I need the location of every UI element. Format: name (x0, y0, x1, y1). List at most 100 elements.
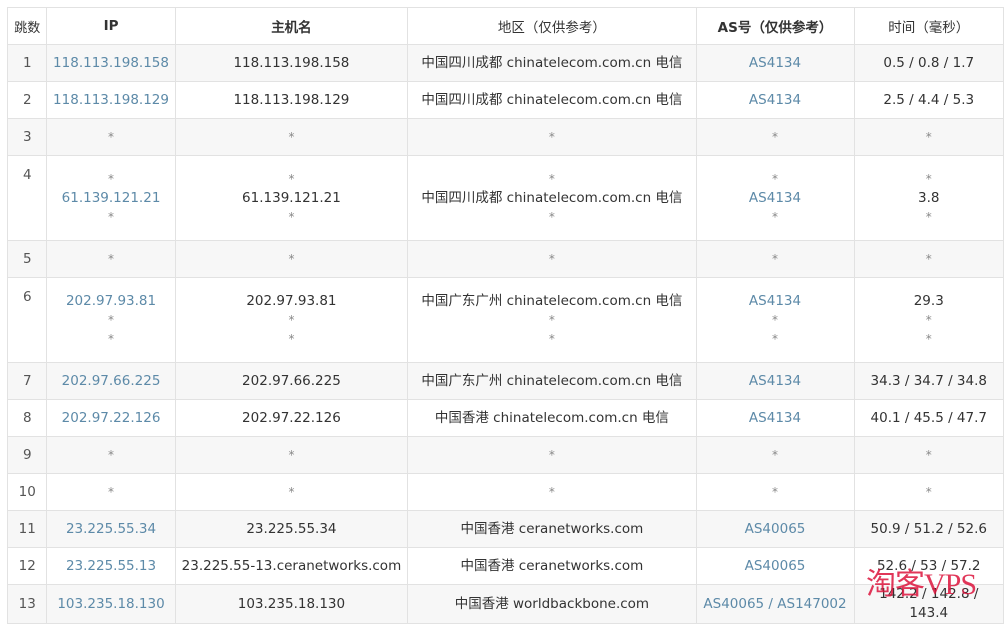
no-response-marker: * (925, 129, 932, 144)
no-response-marker: * (288, 484, 295, 499)
time-cell: 50.9 / 51.2 / 52.6 (853, 510, 1004, 548)
ip-cell: 202.97.66.225 (46, 362, 176, 400)
region-text: 中国香港 ceranetworks.com (460, 520, 644, 537)
ip-cell: 23.225.55.34 (46, 510, 176, 548)
no-response-marker: * (772, 129, 778, 144)
time-cell: 29.3 * * (853, 277, 1004, 363)
region-text: 中国香港 chinatelecom.com.cn 电信 (434, 409, 669, 426)
hop-number: 1 (6, 44, 48, 82)
hop-number: 8 (6, 399, 48, 437)
ip-cell: * (46, 240, 176, 278)
ip-link[interactable]: 202.97.66.225 (51, 372, 170, 391)
hostname-text: 23.225.55-13.ceranetworks.com (181, 557, 402, 574)
as-cell: * AS4134 * (695, 155, 855, 241)
no-response-marker: * (108, 171, 115, 186)
no-response-marker: * (548, 447, 555, 462)
as-link[interactable]: AS4134 (701, 292, 850, 311)
as-cell: AS4134 (695, 399, 855, 437)
hostname-cell: 202.97.66.225 (174, 362, 409, 400)
region-text: 中国四川成都 chinatelecom.com.cn 电信 (421, 91, 683, 108)
time-text: 29.3 (913, 292, 944, 309)
ip-link[interactable]: 23.225.55.13 (51, 557, 170, 576)
time-cell: 2.5 / 4.4 / 5.3 (853, 81, 1004, 119)
no-response-marker: * (925, 331, 932, 346)
no-response-marker: * (548, 209, 555, 224)
time-cell: * (853, 240, 1004, 278)
as-cell: * (695, 473, 855, 511)
time-text: 50.9 / 51.2 / 52.6 (870, 520, 987, 537)
as-link[interactable]: AS4134 (701, 189, 850, 208)
no-response-marker: * (772, 331, 778, 346)
no-response-marker: * (548, 484, 555, 499)
hostname-cell: * (174, 240, 409, 278)
as-link[interactable]: AS4134 (701, 372, 850, 391)
region-text: 中国广东广州 chinatelecom.com.cn 电信 (421, 372, 683, 389)
time-cell: * (853, 118, 1004, 156)
hop-number: 7 (6, 362, 48, 400)
table-row: 12 23.225.55.13 23.225.55-13.ceranetworks.… (6, 547, 1004, 585)
region-text: 中国四川成都 chinatelecom.com.cn 电信 (421, 54, 683, 71)
no-response-marker: * (108, 484, 115, 499)
no-response-marker: * (108, 331, 115, 346)
no-response-marker: * (288, 331, 295, 346)
as-cell: * (695, 436, 855, 474)
table-body: 1 118.113.198.158 118.113.198.158 中国四川成都 ch… (6, 44, 1004, 624)
table-row: 3 * * * * * (6, 118, 1004, 156)
hostname-text: 61.139.121.21 (242, 189, 341, 206)
hop-number: 9 (6, 436, 48, 474)
no-response-marker: * (108, 312, 115, 327)
header-as: AS号（仅供参考） (695, 7, 855, 45)
ip-cell: * (46, 118, 176, 156)
hostname-cell: * (174, 436, 409, 474)
hop-number: 11 (6, 510, 48, 548)
ip-link[interactable]: 202.97.22.126 (51, 409, 170, 428)
traceroute-container: 跳数 IP 主机名 地区（仅供参考） AS号（仅供参考） 时间（毫秒） 1 118… (6, 7, 1008, 624)
no-response-marker: * (288, 312, 295, 327)
as-link[interactable]: AS4134 (701, 91, 850, 110)
region-cell: 中国香港 ceranetworks.com (407, 547, 697, 585)
no-response-marker: * (548, 171, 555, 186)
table-row: 10 * * * * * (6, 473, 1004, 511)
as-link[interactable]: AS40065 (701, 557, 850, 576)
region-text: 中国广东广州 chinatelecom.com.cn 电信 (421, 292, 683, 309)
header-hostname: 主机名 (174, 7, 409, 45)
ip-link[interactable]: 61.139.121.21 (51, 189, 170, 208)
hostname-cell: 202.97.93.81 * * (174, 277, 409, 363)
no-response-marker: * (772, 484, 778, 499)
table-row: 13 103.235.18.130 103.235.18.130 中国香港 world… (6, 584, 1004, 624)
as-link[interactable]: AS4134 (701, 54, 850, 73)
ip-cell: * (46, 473, 176, 511)
no-response-marker: * (772, 209, 778, 224)
hostname-cell: 23.225.55-13.ceranetworks.com (174, 547, 409, 585)
time-cell: 52.6 / 53 / 57.2 (853, 547, 1004, 585)
time-text: 142.2 / 142.8 / 143.4 (879, 586, 979, 621)
header-region: 地区（仅供参考） (407, 7, 697, 45)
table-header-row: 跳数 IP 主机名 地区（仅供参考） AS号（仅供参考） 时间（毫秒） (6, 7, 1004, 45)
no-response-marker: * (925, 484, 932, 499)
region-cell: * 中国四川成都 chinatelecom.com.cn 电信 * (407, 155, 697, 241)
hostname-text: 118.113.198.129 (233, 91, 350, 108)
as-cell: AS4134 * * (695, 277, 855, 363)
time-text: 3.8 (918, 189, 940, 206)
hop-number: 6 (6, 277, 48, 363)
ip-cell: * 61.139.121.21 * (46, 155, 176, 241)
hostname-cell: 103.235.18.130 (174, 584, 409, 624)
ip-link[interactable]: 118.113.198.158 (51, 54, 170, 73)
as-link[interactable]: AS4134 (701, 409, 850, 428)
ip-link[interactable]: 23.225.55.34 (51, 520, 170, 539)
no-response-marker: * (288, 447, 295, 462)
hostname-cell: * 61.139.121.21 * (174, 155, 409, 241)
hostname-cell: 118.113.198.158 (174, 44, 409, 82)
no-response-marker: * (925, 312, 932, 327)
no-response-marker: * (548, 312, 555, 327)
ip-link[interactable]: 202.97.93.81 (51, 292, 170, 311)
hop-number: 12 (6, 547, 48, 585)
ip-link[interactable]: 118.113.198.129 (51, 91, 170, 110)
time-cell: * 3.8 * (853, 155, 1004, 241)
as-link[interactable]: AS40065 (701, 520, 850, 539)
hostname-cell: 23.225.55.34 (174, 510, 409, 548)
region-cell: 中国四川成都 chinatelecom.com.cn 电信 (407, 44, 697, 82)
no-response-marker: * (925, 447, 932, 462)
region-cell: 中国广东广州 chinatelecom.com.cn 电信 * * (407, 277, 697, 363)
region-cell: 中国香港 ceranetworks.com (407, 510, 697, 548)
